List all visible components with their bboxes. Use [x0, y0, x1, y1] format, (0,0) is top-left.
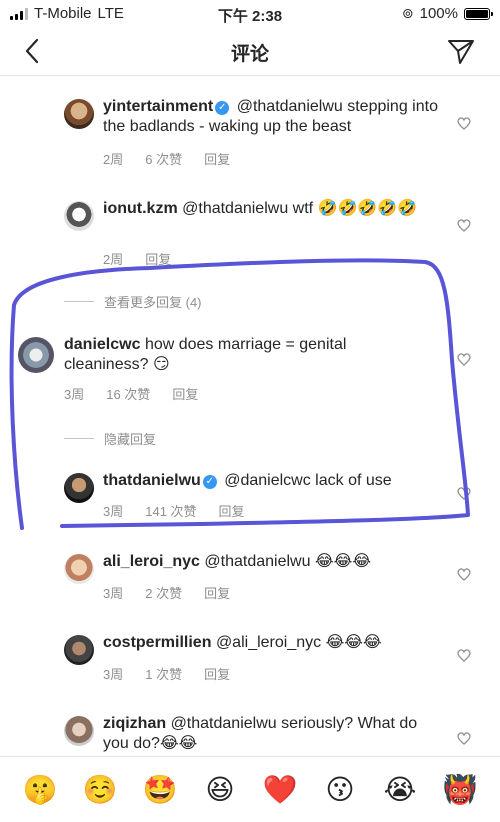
- like-heart-icon[interactable]: [456, 115, 472, 131]
- emoji-button[interactable]: 👹: [440, 773, 480, 806]
- battery-icon: [464, 7, 493, 20]
- send-icon[interactable]: [446, 36, 476, 66]
- comment-list[interactable]: yintertainment ✓ @thatdanielwu stepping i…: [0, 77, 500, 755]
- comment-meta: 2周 6 次赞 回复: [103, 149, 230, 168]
- like-heart-icon[interactable]: [456, 351, 472, 367]
- comment-age: 3周: [64, 387, 85, 402]
- comment-age: 3周: [103, 667, 124, 682]
- thread-divider: [64, 438, 94, 439]
- comment-age: 3周: [103, 504, 124, 519]
- comment-body: @ali_leroi_nyc 😂😂😂: [215, 634, 382, 651]
- comment-meta: 3周 2 次赞 回复: [103, 583, 230, 602]
- comment-text: ionut.kzm @thatdanielwu wtf 🤣🤣🤣🤣🤣: [103, 199, 423, 219]
- comment-body: @thatdanielwu wtf 🤣🤣🤣🤣🤣: [182, 200, 418, 217]
- comment-body: @thatdanielwu 😂😂😂: [204, 553, 372, 570]
- status-right: ⊚ 100%: [401, 5, 493, 22]
- comment-text: ali_leroi_nyc @thatdanielwu 😂😂😂: [103, 552, 443, 572]
- comment-likes[interactable]: 1 次赞: [145, 664, 182, 683]
- emoji-button[interactable]: 😆: [200, 773, 240, 806]
- comment-text: thatdanielwu ✓ @danielcwc lack of use: [103, 471, 443, 491]
- comment-username[interactable]: ziqizhan: [103, 715, 166, 732]
- avatar[interactable]: [18, 337, 54, 373]
- avatar[interactable]: [64, 635, 94, 665]
- view-more-replies-button[interactable]: 查看更多回复 (4): [64, 292, 202, 311]
- emoji-button[interactable]: 😗: [320, 773, 360, 806]
- comment-body: @danielcwc lack of use: [224, 472, 392, 489]
- reply-button[interactable]: 回复: [172, 384, 198, 403]
- thread-divider: [64, 301, 94, 302]
- like-heart-icon[interactable]: [456, 647, 472, 663]
- comment-likes[interactable]: 16 次赞: [106, 384, 150, 403]
- reply-button[interactable]: 回复: [219, 501, 245, 520]
- comment-username[interactable]: ali_leroi_nyc: [103, 553, 200, 570]
- comment-username[interactable]: danielcwc: [64, 336, 140, 353]
- comment-username[interactable]: ionut.kzm: [103, 200, 178, 217]
- emoji-button[interactable]: 🤩: [140, 773, 180, 806]
- comment-age: 3周: [103, 586, 124, 601]
- verified-badge-icon: ✓: [215, 101, 230, 115]
- avatar[interactable]: [64, 716, 94, 746]
- avatar[interactable]: [64, 473, 94, 503]
- reply-button[interactable]: 回复: [204, 583, 230, 602]
- reply-button[interactable]: 回复: [204, 149, 230, 168]
- avatar[interactable]: [64, 99, 94, 129]
- comment-text: ziqizhan @thatdanielwu seriously? What d…: [103, 714, 433, 754]
- like-heart-icon[interactable]: [456, 730, 472, 746]
- reply-button[interactable]: 回复: [145, 249, 171, 268]
- like-heart-icon[interactable]: [456, 217, 472, 233]
- hide-replies-button[interactable]: 隐藏回复: [64, 429, 156, 448]
- comment-meta: 3周 16 次赞 回复: [64, 384, 198, 403]
- comment-text: costpermillien @ali_leroi_nyc 😂😂😂: [103, 633, 443, 653]
- verified-badge-icon: ✓: [202, 475, 217, 489]
- battery-percent: 100%: [419, 5, 458, 22]
- status-bar: T-Mobile LTE 下午 2:38 ⊚ 100%: [0, 0, 500, 26]
- avatar[interactable]: [64, 554, 94, 584]
- comment-age: 2周: [103, 252, 124, 267]
- emoji-button[interactable]: 😭: [380, 773, 420, 806]
- comment-username[interactable]: thatdanielwu: [103, 472, 201, 489]
- nav-bar: 评论: [0, 26, 500, 76]
- orientation-lock-icon: ⊚: [401, 5, 414, 21]
- comment-text: danielcwc how does marriage = genital cl…: [64, 335, 404, 375]
- avatar[interactable]: [64, 201, 94, 231]
- like-heart-icon[interactable]: [456, 485, 472, 501]
- comment-likes[interactable]: 141 次赞: [145, 501, 196, 520]
- emoji-button[interactable]: 🤫: [20, 773, 60, 806]
- comment-meta: 3周 141 次赞 回复: [103, 501, 245, 520]
- emoji-button[interactable]: ❤️: [260, 773, 300, 806]
- comment-username[interactable]: costpermillien: [103, 634, 211, 651]
- comment-meta: 3周 1 次赞 回复: [103, 664, 230, 683]
- emoji-button[interactable]: ☺️: [80, 773, 120, 806]
- comment-username[interactable]: yintertainment: [103, 98, 213, 115]
- like-heart-icon[interactable]: [456, 566, 472, 582]
- view-more-replies-label: 查看更多回复 (4): [104, 295, 202, 310]
- page-title: 评论: [230, 44, 269, 65]
- comment-text: yintertainment ✓ @thatdanielwu stepping i…: [103, 97, 443, 137]
- comment-likes[interactable]: 6 次赞: [145, 149, 182, 168]
- reply-button[interactable]: 回复: [204, 664, 230, 683]
- emoji-quick-bar: 🤫 ☺️ 🤩 😆 ❤️ 😗 😭 👹: [0, 756, 500, 822]
- comment-likes[interactable]: 2 次赞: [145, 583, 182, 602]
- comment-meta: 2周 回复: [103, 249, 171, 268]
- hide-replies-label: 隐藏回复: [104, 432, 157, 447]
- comment-age: 2周: [103, 152, 124, 167]
